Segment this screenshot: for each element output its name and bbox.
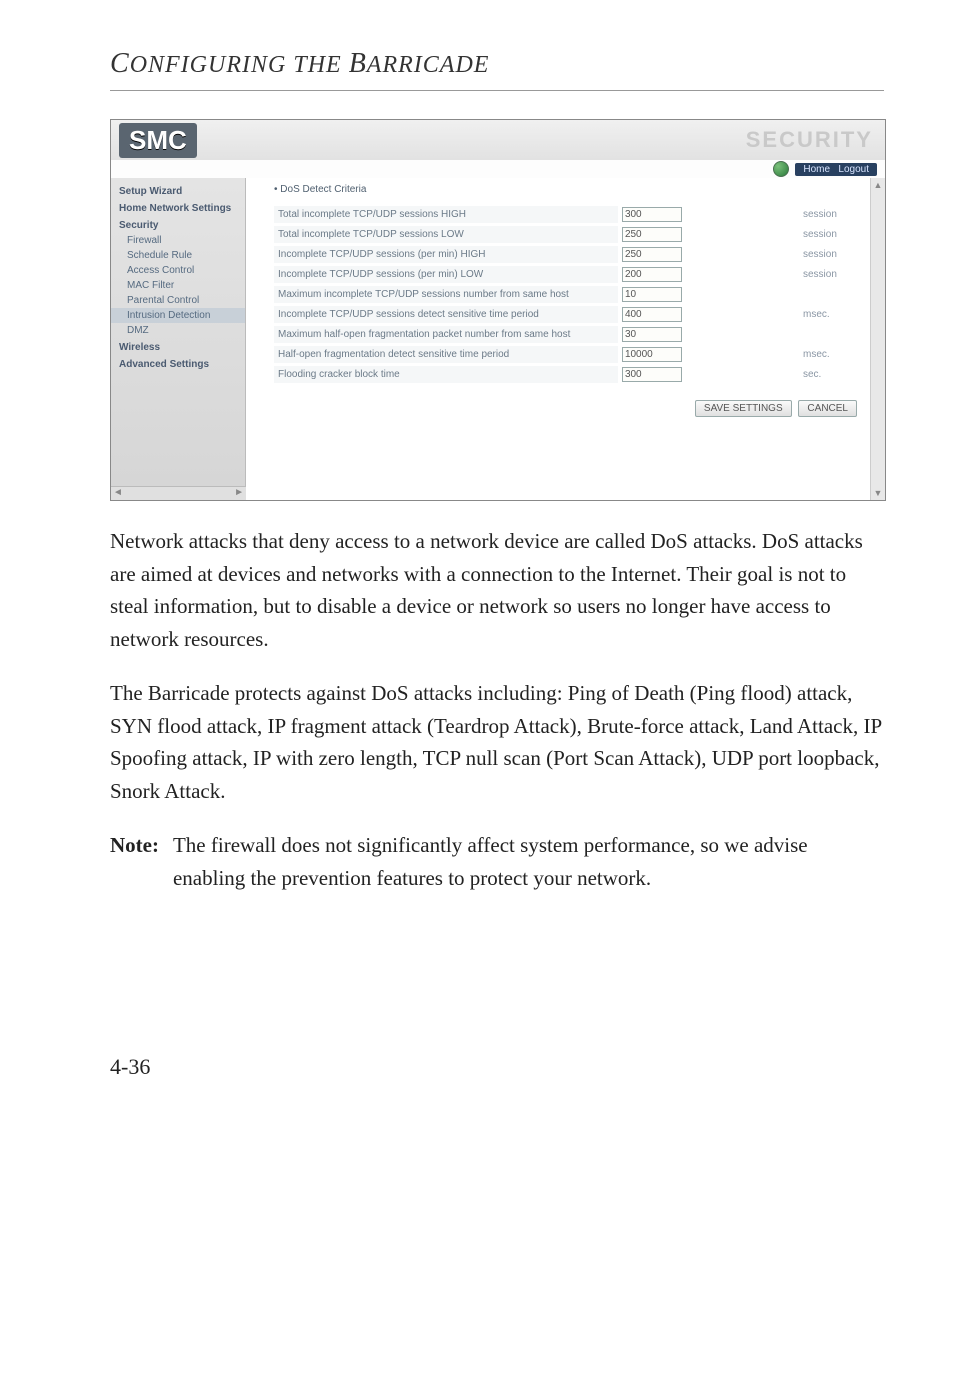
table-row: Incomplete TCP/UDP sessions (per min) HI… [274, 246, 867, 263]
scroll-left-icon[interactable]: ◄ [113, 487, 123, 500]
paragraph-1: Network attacks that deny access to a ne… [110, 525, 884, 655]
header-rule [110, 90, 884, 91]
table-row: Total incomplete TCP/UDP sessions LOWses… [274, 226, 867, 243]
sessions-permin-low-input[interactable] [622, 267, 682, 282]
main-panel: DoS Detect Criteria Total incomplete TCP… [246, 178, 885, 500]
halfopen-time-input[interactable] [622, 347, 682, 362]
globe-icon [773, 161, 789, 177]
top-utility-nav: Home Logout [773, 160, 885, 178]
main-vertical-scrollbar[interactable]: ▲ ▼ [870, 178, 885, 500]
sidebar-item-parental-control[interactable]: Parental Control [111, 293, 245, 308]
router-screenshot: SMC SECURITY Home Logout Setup Wizard Ho… [110, 119, 886, 501]
table-row: Maximum half-open fragmentation packet n… [274, 326, 867, 343]
save-settings-button[interactable]: SAVE SETTINGS [695, 400, 792, 417]
paragraph-2: The Barricade protects against DoS attac… [110, 677, 884, 807]
table-row: Incomplete TCP/UDP sessions (per min) LO… [274, 266, 867, 283]
max-halfopen-input[interactable] [622, 327, 682, 342]
table-row: Half-open fragmentation detect sensitive… [274, 346, 867, 363]
table-row: Flooding cracker block timesec. [274, 366, 867, 383]
dos-criteria-table: Total incomplete TCP/UDP sessions HIGHse… [274, 203, 867, 386]
running-header: CONFIGURING THE BARRICADE [110, 48, 884, 80]
sessions-high-input[interactable] [622, 207, 682, 222]
table-row: Maximum incomplete TCP/UDP sessions numb… [274, 286, 867, 303]
sidebar-item-firewall[interactable]: Firewall [111, 233, 245, 248]
note-body: The firewall does not significantly affe… [173, 829, 884, 894]
table-row: Total incomplete TCP/UDP sessions HIGHse… [274, 206, 867, 223]
sidebar-item-dmz[interactable]: DMZ [111, 323, 245, 338]
scroll-up-icon[interactable]: ▲ [871, 178, 885, 192]
page-number: 4-36 [110, 1054, 884, 1080]
cancel-button[interactable]: CANCEL [798, 400, 857, 417]
page-title: SECURITY [746, 127, 877, 153]
smc-logo: SMC [119, 123, 197, 158]
scroll-down-icon[interactable]: ▼ [871, 486, 885, 500]
flooding-block-time-input[interactable] [622, 367, 682, 382]
note-block: Note: The firewall does not significantl… [110, 829, 884, 894]
sidebar-item-security[interactable]: Security [111, 216, 245, 233]
sessions-low-input[interactable] [622, 227, 682, 242]
sidebar-item-advanced[interactable]: Advanced Settings [111, 355, 245, 372]
sidebar-item-schedule-rule[interactable]: Schedule Rule [111, 248, 245, 263]
sidebar-nav: Setup Wizard Home Network Settings Secur… [111, 178, 246, 486]
sidebar-horizontal-scrollbar[interactable]: ◄ ► [111, 486, 246, 500]
max-same-host-input[interactable] [622, 287, 682, 302]
sidebar-item-wireless[interactable]: Wireless [111, 338, 245, 355]
note-label: Note: [110, 829, 159, 894]
sidebar-item-mac-filter[interactable]: MAC Filter [111, 278, 245, 293]
sensitive-time-tcp-input[interactable] [622, 307, 682, 322]
top-bar: SMC SECURITY [111, 120, 885, 160]
table-row: Incomplete TCP/UDP sessions detect sensi… [274, 306, 867, 323]
sidebar-item-home-network[interactable]: Home Network Settings [111, 199, 245, 216]
sidebar-item-intrusion-detection[interactable]: Intrusion Detection [111, 308, 245, 323]
home-link[interactable]: Home Logout [795, 163, 877, 176]
sidebar-item-access-control[interactable]: Access Control [111, 263, 245, 278]
scroll-right-icon[interactable]: ► [234, 487, 244, 500]
section-heading: DoS Detect Criteria [274, 184, 867, 195]
sidebar-item-setup-wizard[interactable]: Setup Wizard [111, 182, 245, 199]
sessions-permin-high-input[interactable] [622, 247, 682, 262]
